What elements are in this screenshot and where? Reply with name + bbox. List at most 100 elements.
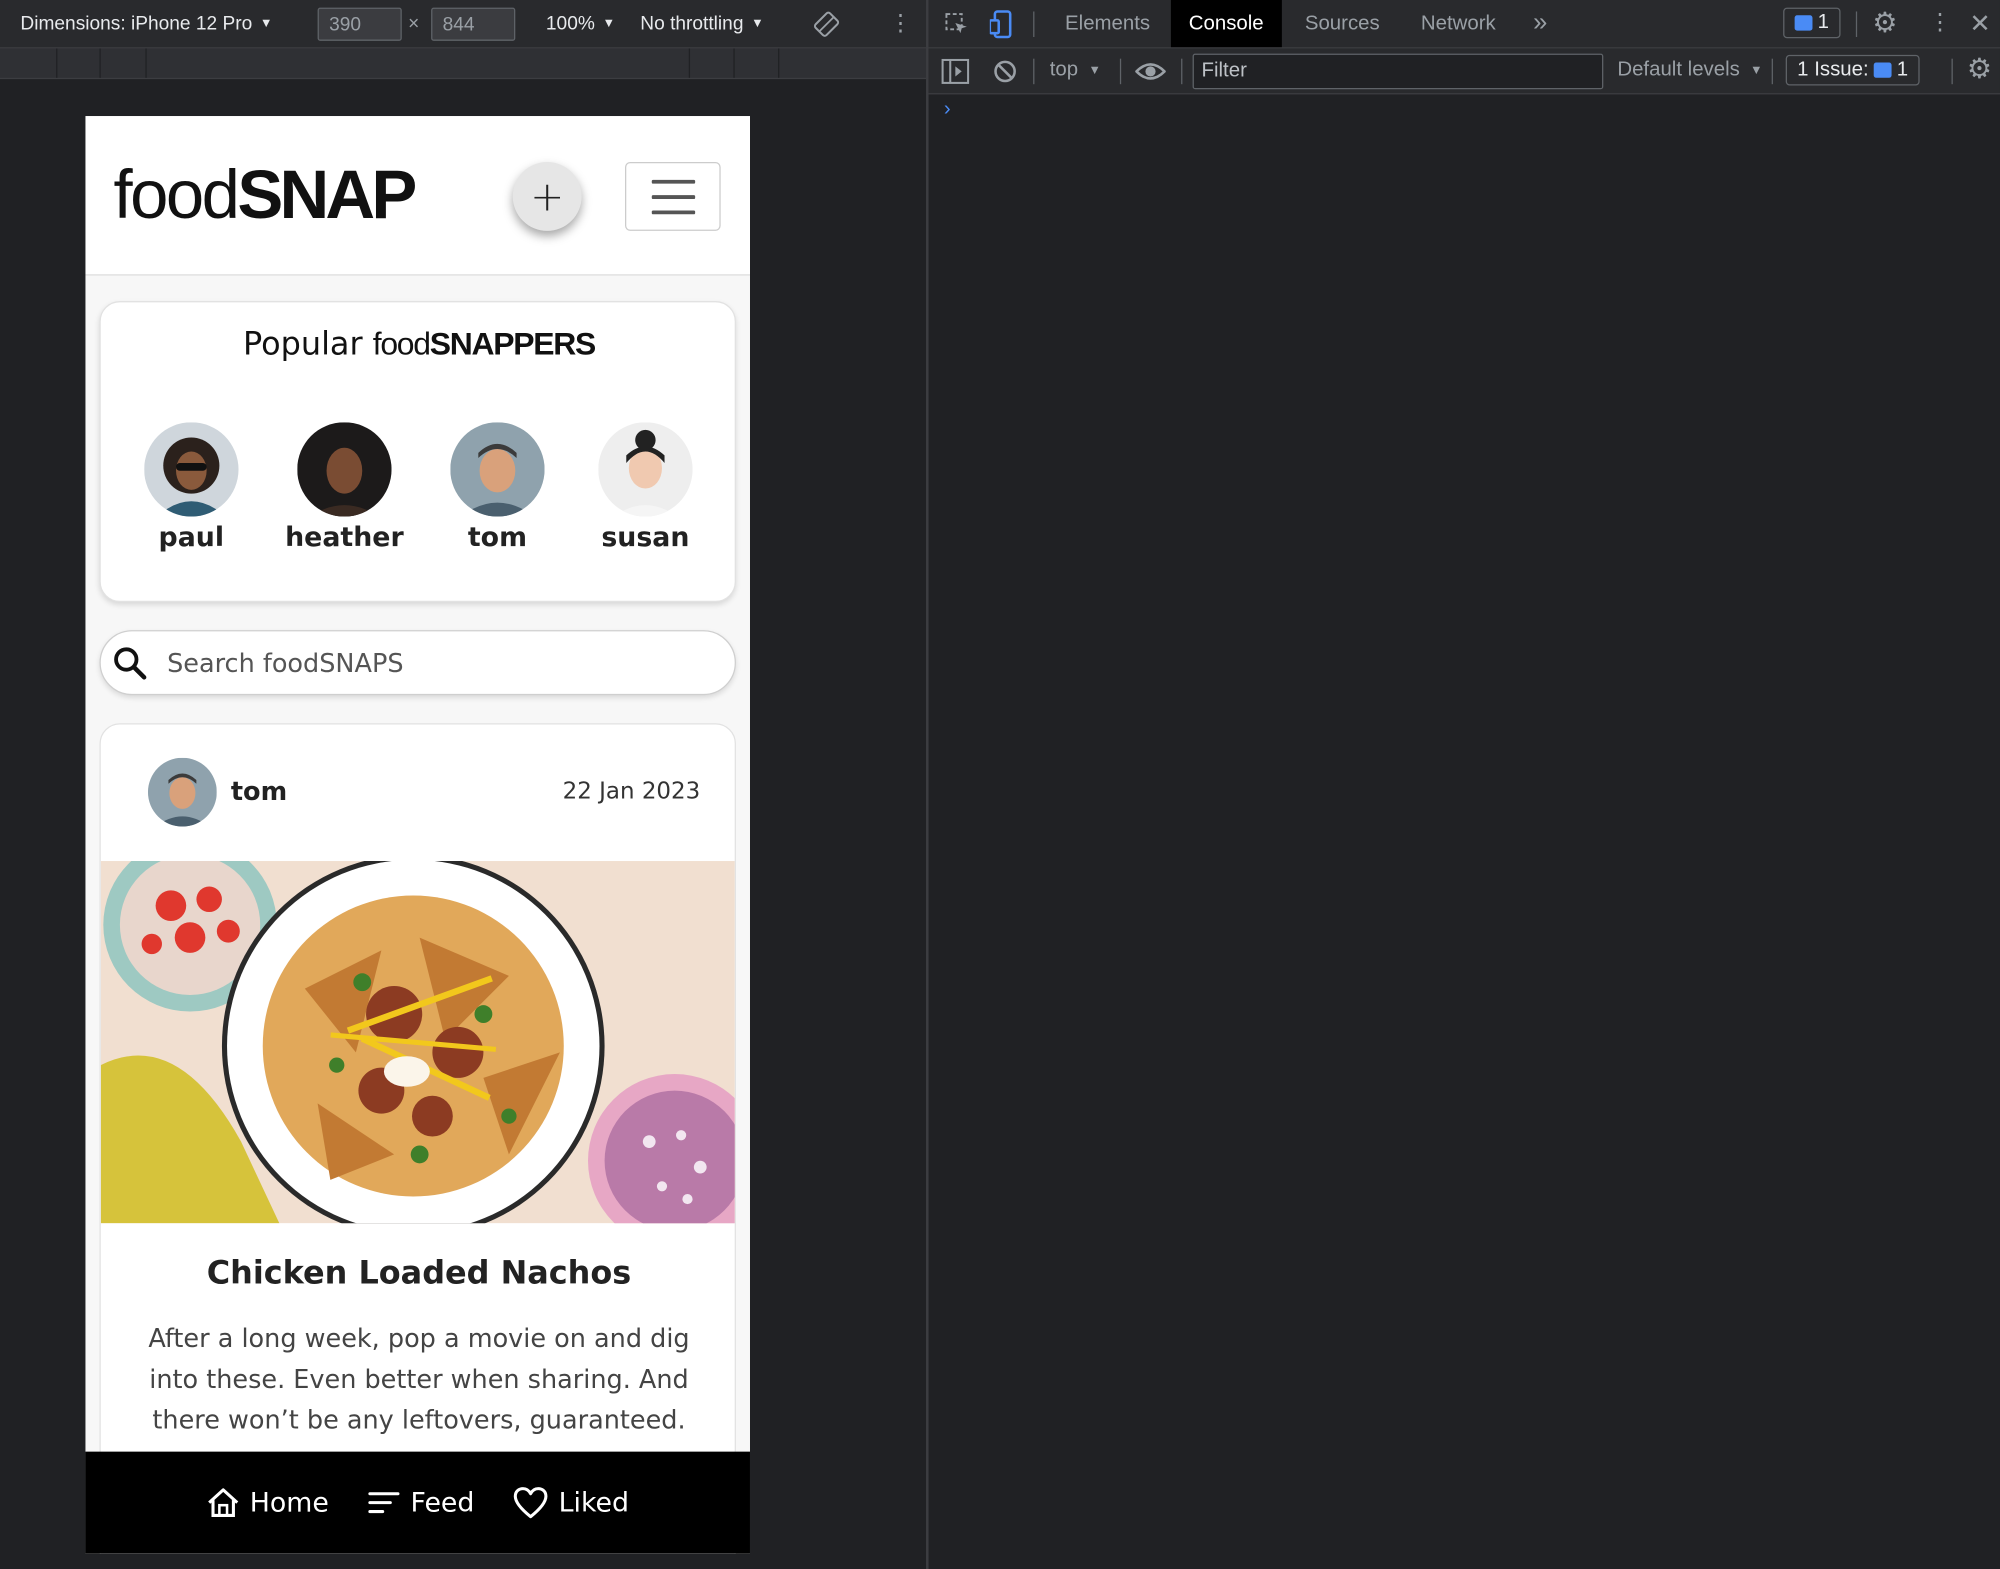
post-date: 22 Jan 2023 — [562, 778, 701, 805]
messages-count: 1 — [1817, 11, 1829, 34]
chevron-down-icon: ▼ — [751, 16, 764, 31]
hamburger-menu-button[interactable] — [624, 162, 721, 231]
issues-button[interactable]: 1 Issue: 1 — [1785, 54, 1920, 86]
post-description: After a long week, pop a movie on and di… — [148, 1322, 690, 1436]
message-icon — [1794, 15, 1813, 31]
bottom-nav: Home Feed Liked — [85, 1451, 750, 1554]
search-input[interactable] — [167, 644, 703, 683]
logo-thin-text: food — [113, 156, 240, 234]
phone-viewport: foodSNAP + Popular foodSNAPPERS paul hea… — [85, 116, 750, 1554]
chevron-down-icon: ▼ — [602, 16, 616, 31]
chevron-down-icon: ▼ — [1750, 63, 1763, 78]
nav-home[interactable]: Home — [206, 1487, 329, 1518]
avatar — [297, 422, 392, 517]
device-toolbar: Dimensions: iPhone 12 Pro ▼ × 100% ▼ No … — [0, 0, 927, 49]
avatar — [450, 422, 545, 517]
console-prompt[interactable]: › — [944, 98, 951, 121]
width-input[interactable] — [317, 7, 402, 41]
avatar — [144, 422, 239, 517]
add-snap-button[interactable]: + — [512, 162, 582, 231]
toolbar-separator — [1771, 58, 1773, 85]
snapper-tom[interactable]: tom — [427, 422, 567, 552]
eye-icon[interactable] — [1135, 60, 1166, 83]
menu-line — [651, 210, 696, 215]
toolbar-separator — [1951, 58, 1953, 85]
screen: Dimensions: iPhone 12 Pro ▼ × 100% ▼ No … — [0, 0, 2000, 1569]
post-username[interactable]: tom — [231, 776, 287, 807]
more-options-icon[interactable]: ⋮ — [889, 10, 912, 37]
tab-elements[interactable]: Elements — [1047, 0, 1168, 47]
nav-liked[interactable]: Liked — [513, 1486, 629, 1519]
device-toggle-icon[interactable] — [989, 9, 1016, 40]
toolbar-separator — [1855, 11, 1858, 37]
popular-title-prefix: Popular — [243, 325, 363, 363]
popular-title: Popular foodSNAPPERS — [101, 325, 737, 363]
throttling-select[interactable]: No throttling ▼ — [640, 13, 763, 35]
snapper-name: paul — [158, 521, 225, 553]
toolbar-separator — [1033, 11, 1035, 37]
console-toolbar: top ▼ Default levels ▼ 1 Issue: 1 ⚙ — [928, 48, 2000, 95]
console-settings-gear-icon[interactable]: ⚙ — [1967, 52, 1992, 85]
gear-icon[interactable]: ⚙ — [1872, 6, 1897, 39]
height-input[interactable] — [431, 7, 516, 41]
issues-label: 1 Issue: — [1797, 58, 1869, 81]
rotate-icon[interactable] — [813, 11, 840, 37]
popular-snappers-card: Popular foodSNAPPERS paul heather tom su… — [99, 301, 737, 603]
snapper-name: tom — [467, 521, 528, 553]
device-label: Dimensions: iPhone 12 Pro — [20, 12, 253, 35]
tab-sources[interactable]: Sources — [1287, 0, 1398, 47]
device-select[interactable]: Dimensions: iPhone 12 Pro ▼ — [20, 13, 272, 35]
log-levels-select[interactable]: Default levels ▼ — [1617, 59, 1762, 82]
popular-title-snappers: SNAPPERS — [429, 326, 597, 363]
zoom-select[interactable]: 100% ▼ — [546, 13, 615, 35]
heart-icon — [513, 1487, 548, 1519]
menu-line — [651, 179, 696, 184]
search-icon — [114, 647, 147, 680]
log-levels-label: Default levels — [1617, 58, 1740, 81]
feed-icon — [368, 1492, 400, 1514]
context-select[interactable]: top ▼ — [1050, 59, 1101, 82]
popular-title-food: food — [372, 326, 431, 363]
plus-icon: + — [530, 172, 565, 221]
nav-feed-label: Feed — [410, 1487, 475, 1518]
snapper-susan[interactable]: susan — [575, 422, 715, 552]
panel-divider[interactable] — [926, 0, 929, 1569]
menu-line — [651, 195, 696, 199]
sidebar-toggle-icon[interactable] — [941, 58, 970, 85]
post-food-image[interactable] — [100, 838, 735, 1248]
snapper-name: susan — [601, 521, 690, 553]
nav-feed[interactable]: Feed — [367, 1487, 474, 1518]
media-query-ruler — [0, 48, 927, 80]
more-tabs-chevron-icon[interactable]: » — [1515, 0, 1565, 47]
post-title[interactable]: Chicken Loaded Nachos — [101, 1254, 735, 1291]
dimension-separator: × — [408, 12, 420, 35]
toolbar-separator — [1033, 58, 1035, 85]
foodsnap-logo[interactable]: foodSNAP — [113, 156, 418, 234]
snapper-name: heather — [285, 521, 404, 553]
avatar — [598, 422, 693, 517]
inspect-element-icon[interactable] — [944, 11, 970, 37]
app-header: foodSNAP + — [85, 116, 750, 276]
message-icon — [1873, 62, 1892, 78]
devtools-tab-bar: Elements Console Sources Network » 1 ⚙ ⋮… — [928, 0, 2000, 49]
home-icon — [207, 1488, 239, 1517]
nav-liked-label: Liked — [558, 1487, 630, 1518]
post-card[interactable]: tom 22 Jan 2023 Chicken Loaded Nachos Af… — [99, 723, 736, 1554]
close-icon[interactable]: ✕ — [1969, 8, 1990, 40]
filter-input[interactable] — [1192, 53, 1604, 90]
messages-badge[interactable]: 1 — [1783, 7, 1841, 39]
toolbar-separator — [1119, 58, 1122, 85]
logo-bold-text: SNAP — [237, 156, 417, 234]
clear-console-icon[interactable] — [992, 59, 1018, 85]
snapper-heather[interactable]: heather — [274, 422, 414, 552]
more-options-icon[interactable]: ⋮ — [1929, 9, 1952, 36]
search-box — [99, 630, 736, 696]
throttling-label: No throttling — [640, 12, 744, 35]
tab-console[interactable]: Console — [1170, 0, 1282, 48]
nav-home-label: Home — [249, 1487, 329, 1518]
snapper-paul[interactable]: paul — [121, 422, 261, 552]
zoom-label: 100% — [545, 12, 595, 35]
context-label: top — [1049, 58, 1079, 81]
tab-network[interactable]: Network — [1403, 0, 1514, 47]
post-avatar[interactable] — [147, 757, 217, 827]
